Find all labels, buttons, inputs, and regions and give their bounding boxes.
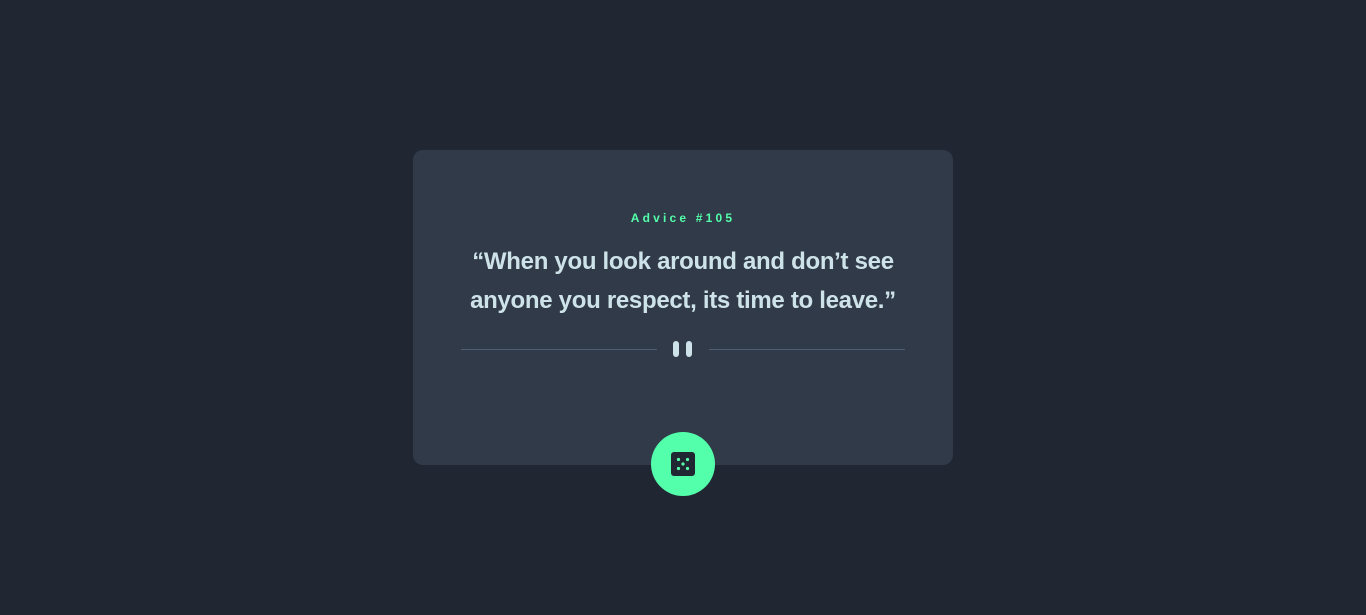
pause-icon <box>672 341 694 357</box>
page: Advice #105 “When you look around and do… <box>0 0 1366 615</box>
advice-card: Advice #105 “When you look around and do… <box>413 150 953 465</box>
advice-quote: “When you look around and don’t see anyo… <box>470 248 896 314</box>
dice-button[interactable] <box>651 432 715 496</box>
advice-id-label: Advice #105 <box>630 211 736 225</box>
divider-line-right <box>709 349 905 350</box>
dice-icon <box>671 452 695 476</box>
divider-line-left <box>461 349 657 350</box>
